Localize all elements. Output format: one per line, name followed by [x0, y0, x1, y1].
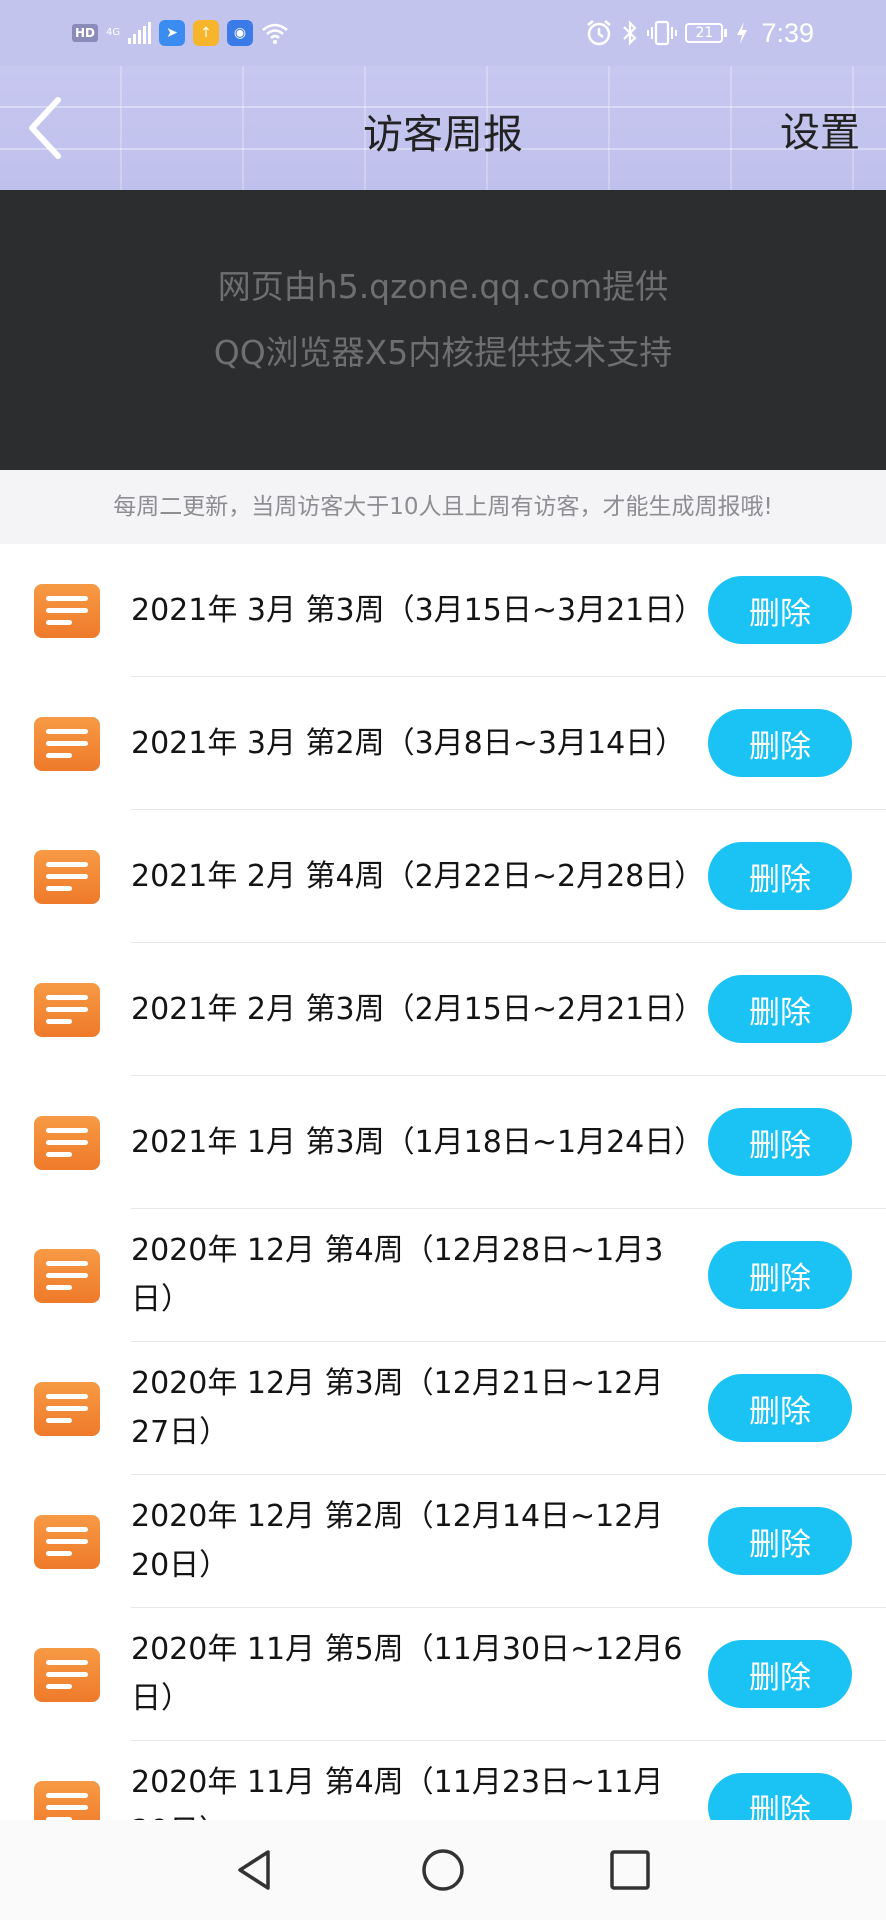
browser-icon: ◉	[227, 20, 254, 46]
nav-home-icon[interactable]	[417, 1844, 469, 1896]
update-info-text: 每周二更新，当周访客大于10人且上周有访客，才能生成周报哦!	[0, 470, 886, 544]
document-icon	[34, 983, 100, 1037]
report-label: 2021年 1月 第3周（1月18日~1月24日）	[131, 1124, 701, 1160]
provider-text: 网页由h5.qzone.qq.com提供	[217, 267, 669, 306]
report-item[interactable]: 2021年 2月 第3周（2月15日~2月21日） 删除	[0, 943, 886, 1076]
delete-button[interactable]: 删除	[708, 842, 852, 910]
delete-button[interactable]: 删除	[708, 1640, 852, 1708]
document-icon	[34, 1648, 100, 1702]
report-label-container: 2020年 12月 第3周（12月21日~12月27日）	[131, 1356, 701, 1460]
bluetooth-icon	[623, 20, 637, 46]
report-label: 2021年 2月 第3周（2月15日~2月21日）	[131, 991, 701, 1027]
app-notification-icon: ↑	[193, 20, 220, 46]
battery-icon: 21	[685, 23, 728, 43]
delete-button[interactable]: 删除	[708, 576, 852, 644]
wifi-icon	[262, 23, 288, 44]
webview-provider-notice: 网页由h5.qzone.qq.com提供 QQ浏览器X5内核提供技术支持	[0, 190, 886, 470]
report-label-container: 2021年 1月 第3周（1月18日~1月24日）	[131, 1090, 701, 1194]
report-label: 2020年 11月 第4周（11月23日~11月29日）	[131, 1765, 664, 1820]
battery-level: 21	[685, 23, 724, 43]
document-icon	[34, 1781, 100, 1820]
report-item[interactable]: 2021年 3月 第2周（3月8日~3月14日） 删除	[0, 677, 886, 810]
vibrate-icon	[647, 20, 678, 46]
report-label: 2021年 3月 第3周（3月15日~3月21日）	[131, 592, 701, 628]
nav-back-icon[interactable]	[228, 1844, 280, 1896]
report-label-container: 2021年 3月 第3周（3月15日~3月21日）	[131, 558, 701, 662]
settings-button[interactable]: 设置	[780, 100, 860, 158]
header: 访客周报 设置	[0, 66, 886, 190]
report-item[interactable]: 2020年 11月 第4周（11月23日~11月29日） 删除	[0, 1741, 886, 1820]
engine-text: QQ浏览器X5内核提供技术支持	[213, 333, 673, 372]
document-icon	[34, 717, 100, 771]
report-label-container: 2020年 12月 第4周（12月28日~1月3日）	[131, 1223, 701, 1327]
nav-recent-apps-icon[interactable]	[604, 1844, 656, 1896]
delete-button[interactable]: 删除	[708, 1108, 852, 1176]
report-label: 2020年 12月 第3周（12月21日~12月27日）	[131, 1366, 664, 1450]
app-notification-icon: ➤	[159, 20, 186, 46]
delete-button[interactable]: 删除	[708, 975, 852, 1043]
report-label-container: 2020年 11月 第5周（11月30日~12月6日）	[131, 1622, 701, 1726]
report-item[interactable]: 2020年 11月 第5周（11月30日~12月6日） 删除	[0, 1608, 886, 1741]
report-label-container: 2020年 12月 第2周（12月14日~12月20日）	[131, 1489, 701, 1593]
document-icon	[34, 1116, 100, 1170]
delete-button[interactable]: 删除	[708, 1507, 852, 1575]
clock: 7:39	[761, 17, 814, 48]
report-item[interactable]: 2020年 12月 第2周（12月14日~12月20日） 删除	[0, 1475, 886, 1608]
document-icon	[34, 1515, 100, 1569]
report-item[interactable]: 2021年 2月 第4周（2月22日~2月28日） 删除	[0, 810, 886, 943]
page-title: 访客周报	[363, 112, 523, 158]
network-type-label: 4G	[106, 27, 121, 38]
document-icon	[34, 850, 100, 904]
delete-button[interactable]: 删除	[708, 1241, 852, 1309]
status-bar-right: 21 7:39	[585, 16, 814, 50]
report-label-container: 2021年 2月 第4周（2月22日~2月28日）	[131, 824, 701, 928]
report-item[interactable]: 2021年 3月 第3周（3月15日~3月21日） 删除	[0, 544, 886, 677]
system-nav-bar	[0, 1820, 886, 1920]
alarm-icon	[587, 20, 612, 46]
delete-button[interactable]: 删除	[708, 1374, 852, 1442]
report-label: 2021年 2月 第4周（2月22日~2月28日）	[131, 858, 701, 894]
status-bar-left: HD 4G ➤ ↑ ◉	[72, 18, 289, 48]
report-item[interactable]: 2020年 12月 第4周（12月28日~1月3日） 删除	[0, 1209, 886, 1342]
report-label: 2020年 11月 第5周（11月30日~12月6日）	[131, 1632, 683, 1716]
delete-button[interactable]: 删除	[708, 709, 852, 777]
report-label: 2020年 12月 第4周（12月28日~1月3日）	[131, 1233, 664, 1317]
hd-icon: HD	[72, 24, 99, 42]
report-label-container: 2021年 3月 第2周（3月8日~3月14日）	[131, 691, 701, 795]
report-label: 2021年 3月 第2周（3月8日~3月14日）	[131, 725, 686, 761]
report-item[interactable]: 2021年 1月 第3周（1月18日~1月24日） 删除	[0, 1076, 886, 1209]
document-icon	[34, 584, 100, 638]
report-label-container: 2021年 2月 第3周（2月15日~2月21日）	[131, 957, 701, 1061]
report-label-container: 2020年 11月 第4周（11月23日~11月29日）	[131, 1755, 701, 1820]
delete-button[interactable]: 删除	[708, 1773, 852, 1820]
report-list[interactable]: 2021年 3月 第3周（3月15日~3月21日） 删除 2021年 3月 第2周（…	[0, 544, 886, 1820]
document-icon	[34, 1382, 100, 1436]
report-item[interactable]: 2020年 12月 第3周（12月21日~12月27日） 删除	[0, 1342, 886, 1475]
signal-icon	[128, 22, 152, 44]
status-bar: HD 4G ➤ ↑ ◉ 21 7:39	[0, 0, 886, 66]
report-label: 2020年 12月 第2周（12月14日~12月20日）	[131, 1499, 664, 1583]
document-icon	[34, 1249, 100, 1303]
charging-icon	[737, 22, 748, 44]
